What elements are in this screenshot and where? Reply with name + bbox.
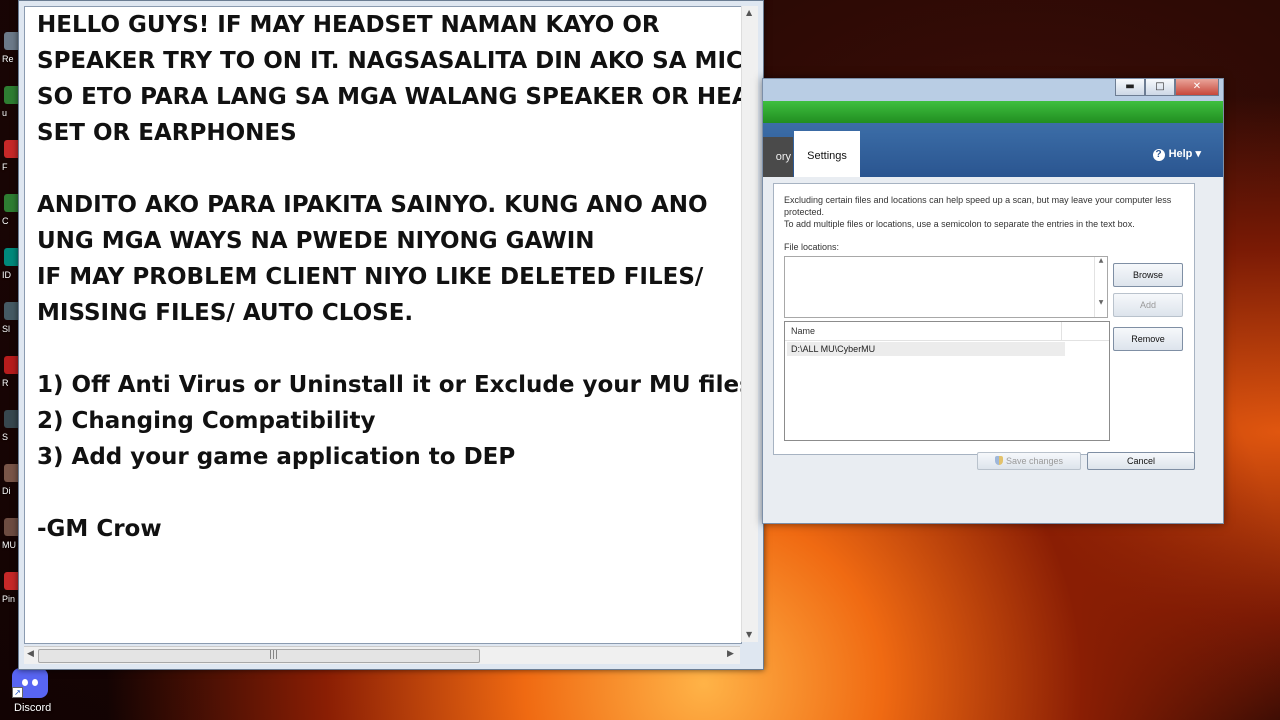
notepad-line: HELLO GUYS! IF MAY HEADSET NAMAN KAYO OR xyxy=(37,12,660,38)
browse-button[interactable]: Browse xyxy=(1113,263,1183,287)
excluded-files-list[interactable]: Name D:\ALL MU\CyberMU xyxy=(784,321,1110,441)
notepad-window: HELLO GUYS! IF MAY HEADSET NAMAN KAYO OR… xyxy=(18,0,764,670)
desktop-shortcut-label[interactable]: Re xyxy=(2,54,14,64)
shield-icon xyxy=(994,456,1003,465)
notepad-line: UNG MGA WAYS NA PWEDE NIYONG GAWIN xyxy=(37,228,595,254)
maximize-button[interactable]: □ xyxy=(1145,79,1175,96)
scroll-up-icon[interactable]: ▲ xyxy=(746,8,752,17)
notepad-line: IF MAY PROBLEM CLIENT NIYO LIKE DELETED … xyxy=(37,264,704,290)
desktop-shortcut-label[interactable]: S xyxy=(2,432,8,442)
notepad-line: SET OR EARPHONES xyxy=(37,120,297,146)
tab-history[interactable]: ory xyxy=(763,137,793,177)
desktop-shortcut-label[interactable]: C xyxy=(2,216,9,226)
notepad-line: 2) Changing Compatibility xyxy=(37,408,376,434)
tabs-row: ory Settings ? Help ▾ xyxy=(763,123,1223,177)
status-bar-green xyxy=(763,101,1223,123)
horizontal-scroll-thumb[interactable]: ||| xyxy=(38,649,480,663)
notepad-line: 1) Off Anti Virus or Uninstall it or Exc… xyxy=(37,372,742,398)
save-changes-label: Save changes xyxy=(1005,456,1064,466)
close-button[interactable]: ✕ xyxy=(1175,79,1219,96)
settings-body: Excluding certain files and locations ca… xyxy=(763,177,1223,523)
list-item[interactable]: D:\ALL MU\CyberMU xyxy=(787,342,1065,356)
file-locations-label: File locations: xyxy=(784,242,840,252)
vertical-scrollbar[interactable]: ▲ ▼ xyxy=(741,6,758,642)
desktop-shortcut-label[interactable]: F xyxy=(2,162,8,172)
desktop-shortcut-label[interactable]: R xyxy=(2,378,9,388)
scroll-right-icon[interactable]: ▶ xyxy=(727,649,734,659)
horizontal-scrollbar[interactable]: ◀ ||| ▶ xyxy=(24,646,740,664)
cancel-button[interactable]: Cancel xyxy=(1087,452,1195,470)
shortcut-arrow-icon: ↗ xyxy=(12,687,23,698)
desktop-shortcut-label[interactable]: u xyxy=(2,108,7,118)
minimize-button[interactable]: ▬ xyxy=(1115,79,1145,96)
help-icon: ? xyxy=(1152,149,1165,161)
notepad-line: 3) Add your game application to DEP xyxy=(37,444,516,470)
remove-button[interactable]: Remove xyxy=(1113,327,1183,351)
list-header[interactable]: Name xyxy=(785,322,1109,341)
notepad-line: SPEAKER TRY TO ON IT. NAGSASALITA DIN AK… xyxy=(37,48,742,74)
help-menu[interactable]: ? Help ▾ xyxy=(1152,147,1201,161)
notepad-line xyxy=(25,151,741,187)
file-locations-input[interactable]: ▲ ▼ xyxy=(784,256,1108,318)
add-button[interactable]: Add xyxy=(1113,293,1183,317)
description-text: Excluding certain files and locations ca… xyxy=(784,194,1189,230)
input-scrollbar[interactable]: ▲ ▼ xyxy=(1094,257,1107,317)
column-separator xyxy=(1061,322,1062,340)
scroll-down-icon[interactable]: ▼ xyxy=(746,630,752,639)
defender-settings-window: ▬ □ ✕ ory Settings ? Help ▾ Excluding cer… xyxy=(762,78,1224,524)
save-changes-button[interactable]: Save changes xyxy=(977,452,1081,470)
tab-settings[interactable]: Settings xyxy=(794,131,860,177)
window-controls: ▬ □ ✕ xyxy=(1115,79,1219,96)
desktop-shortcut-label[interactable]: MU xyxy=(2,540,16,550)
desktop-shortcut-label[interactable]: ID xyxy=(2,270,11,280)
column-name-header[interactable]: Name xyxy=(785,326,815,336)
notepad-line: ANDITO AKO PARA IPAKITA SAINYO. KUNG ANO… xyxy=(37,192,708,218)
desktop-shortcut-label[interactable]: Di xyxy=(2,486,11,496)
notepad-line: -GM Crow xyxy=(37,516,162,542)
notepad-line: MISSING FILES/ AUTO CLOSE. xyxy=(37,300,414,326)
notepad-line: SO ETO PARA LANG SA MGA WALANG SPEAKER O… xyxy=(37,84,742,110)
desktop-shortcut-label[interactable]: Pin xyxy=(2,594,15,604)
description-line-2: To add multiple files or locations, use … xyxy=(784,219,1135,229)
discord-label[interactable]: Discord xyxy=(14,702,51,714)
notepad-line xyxy=(25,475,741,511)
desktop-shortcut-label[interactable]: Sl xyxy=(2,324,10,334)
help-label: Help xyxy=(1168,148,1193,160)
chevron-down-icon: ▾ xyxy=(1195,148,1201,160)
scroll-left-icon[interactable]: ◀ xyxy=(27,649,34,659)
excluded-files-panel: Excluding certain files and locations ca… xyxy=(773,183,1195,455)
notepad-text-area[interactable]: HELLO GUYS! IF MAY HEADSET NAMAN KAYO OR… xyxy=(24,6,742,644)
notepad-line xyxy=(25,331,741,367)
description-line-1: Excluding certain files and locations ca… xyxy=(784,195,1172,217)
